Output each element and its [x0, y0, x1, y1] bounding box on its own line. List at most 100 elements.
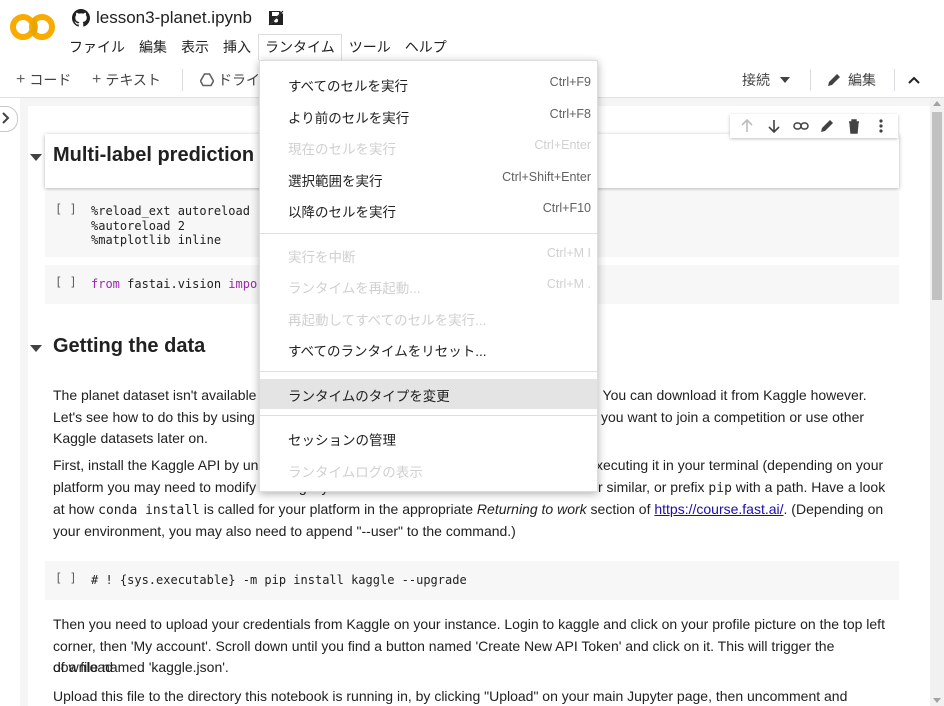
menu-item-label: ランタイムのタイプを変更 — [288, 389, 450, 404]
scroll-up-icon[interactable] — [933, 101, 941, 106]
vertical-scrollbar[interactable] — [930, 98, 944, 706]
menu-file[interactable]: ファイル — [62, 34, 132, 60]
menu-item-shortcut: Ctrl+Enter — [534, 138, 591, 152]
more-vert-icon[interactable] — [873, 118, 889, 134]
cell-toolbar — [730, 114, 898, 138]
text: Then you need to upload your credentials… — [53, 616, 885, 632]
menu-runtime[interactable]: ランタイム — [258, 34, 342, 60]
connect-label: 接続 — [742, 72, 770, 88]
colab-logo-icon — [10, 14, 55, 40]
menu-item-view-runtime-logs[interactable]: ランタイムログの表示 — [260, 455, 597, 485]
menubar: ファイル 編集 表示 挿入 ランタイム ツール ヘルプ — [62, 34, 454, 60]
pencil-icon — [828, 74, 840, 86]
menu-item-restart-run-all[interactable]: 再起動してすべてのセルを実行... — [260, 303, 597, 333]
menu-divider — [260, 371, 597, 372]
notebook-title[interactable]: lesson3-planet.ipynb — [96, 8, 252, 28]
menu-item-shortcut: Ctrl+M . — [546, 277, 591, 291]
run-cell-button[interactable]: [ ] — [55, 571, 77, 585]
menu-item-label: セッションの管理 — [288, 433, 396, 448]
text: is called for your platform in the appro… — [203, 501, 474, 517]
edit-cell-icon[interactable] — [819, 118, 835, 134]
runtime-menu-dropdown: すべてのセルを実行 Ctrl+F9 より前のセルを実行 Ctrl+F8 現在のセ… — [259, 60, 598, 492]
menu-item-shortcut: Ctrl+F10 — [542, 201, 591, 215]
menu-item-manage-sessions[interactable]: セッションの管理 — [260, 423, 597, 453]
copy-to-drive-button[interactable]: ドライ — [200, 63, 260, 97]
code-line: %autoreload 2 — [91, 218, 185, 233]
collapse-section-icon[interactable] — [30, 345, 42, 352]
text: you want to join a competition or use ot… — [601, 408, 865, 425]
inline-code: conda install — [98, 503, 200, 518]
code-line: %matplotlib inline — [91, 233, 222, 247]
menu-item-interrupt[interactable]: 実行を中断 Ctrl+M I — [260, 240, 597, 270]
toolbar-divider — [810, 69, 811, 91]
text: your environment, you may also need to a… — [53, 523, 516, 539]
github-icon[interactable] — [72, 9, 90, 27]
code-keyword: from — [91, 277, 120, 291]
run-cell-button[interactable]: [ ] — [55, 202, 77, 216]
menu-item-run-after[interactable]: 以降のセルを実行 Ctrl+F10 — [260, 195, 597, 225]
menu-item-run-focused[interactable]: 現在のセルを実行 Ctrl+Enter — [260, 132, 597, 162]
chevron-down-icon — [780, 77, 790, 83]
drive-label: ドライ — [218, 72, 260, 88]
text: s. You can download it from Kaggle howev… — [588, 387, 867, 403]
plus-icon: + — [92, 71, 102, 88]
menu-view[interactable]: 表示 — [174, 34, 216, 60]
menu-item-run-before[interactable]: より前のセルを実行 Ctrl+F8 — [260, 101, 597, 131]
connect-button[interactable]: 接続 — [742, 63, 790, 97]
menu-insert[interactable]: 挿入 — [216, 34, 258, 60]
collapse-header-icon[interactable] — [906, 72, 922, 88]
text: First, install the Kaggle API by unc — [53, 457, 266, 473]
save-icon[interactable] — [268, 10, 284, 26]
menu-item-run-all[interactable]: すべてのセルを実行 Ctrl+F9 — [260, 69, 597, 99]
menu-edit[interactable]: 編集 — [132, 34, 174, 60]
collapse-section-icon[interactable] — [30, 154, 42, 161]
menu-item-label: ランタイムを再起動... — [288, 281, 421, 296]
menu-item-change-runtime-type[interactable]: ランタイムのタイプを変更 — [260, 379, 597, 409]
add-code-button[interactable]: + コード — [16, 63, 71, 97]
text: platform you may need to modify — [53, 479, 257, 495]
menu-item-label: すべてのセルを実行 — [288, 79, 409, 94]
paragraph: Upload this file to the directory this n… — [53, 686, 898, 706]
text: The planet dataset isn't available — [53, 387, 257, 403]
menu-item-reset-all[interactable]: すべてのランタイムをリセット... — [260, 334, 597, 364]
link-icon[interactable] — [792, 118, 809, 134]
menu-item-label: 実行を中断 — [288, 250, 356, 265]
run-cell-button[interactable]: [ ] — [55, 275, 77, 289]
code-comment: # ! {sys.executable} -m pip install kagg… — [91, 573, 467, 587]
menu-item-label: 再起動してすべてのセルを実行... — [288, 313, 487, 328]
left-gutter — [0, 98, 20, 706]
add-text-button[interactable]: + テキスト — [92, 63, 161, 97]
move-down-icon[interactable] — [766, 118, 782, 134]
chevron-right-icon — [2, 112, 10, 124]
section-heading-multilabel: Multi-label prediction — [53, 144, 255, 166]
move-up-icon[interactable] — [739, 118, 755, 134]
menu-help[interactable]: ヘルプ — [398, 34, 454, 60]
menu-tools[interactable]: ツール — [342, 34, 398, 60]
edit-label: 編集 — [848, 72, 876, 88]
notebook-title-bar: lesson3-planet.ipynb — [72, 7, 284, 29]
paragraph: Then you need to upload your credentials… — [53, 614, 898, 679]
add-text-label: テキスト — [105, 72, 161, 88]
code-text: fastai.vision — [119, 277, 229, 291]
code-cell-pip-install[interactable]: [ ] # ! {sys.executable} -m pip install … — [45, 561, 899, 600]
add-code-label: コード — [29, 72, 72, 88]
text: at how — [53, 501, 95, 517]
edit-button[interactable]: 編集 — [826, 63, 876, 97]
course-link[interactable]: https://course.fast.ai/ — [654, 501, 783, 517]
menu-divider — [260, 233, 597, 234]
text: xecuting it in your terminal (depending … — [596, 457, 884, 473]
menu-item-shortcut: Ctrl+F9 — [549, 75, 591, 89]
scrollbar-thumb[interactable] — [932, 112, 942, 300]
colab-logo[interactable] — [10, 10, 56, 44]
menu-divider — [260, 415, 597, 416]
text: Upload this file to the directory this n… — [53, 688, 848, 704]
menu-item-label: 選択範囲を実行 — [288, 174, 383, 189]
text-italic: Returning to work — [476, 501, 587, 517]
scroll-down-icon[interactable] — [933, 698, 941, 703]
delete-icon[interactable] — [846, 118, 862, 134]
menu-item-restart[interactable]: ランタイムを再起動... Ctrl+M . — [260, 271, 597, 301]
section-heading-getting-data: Getting the data — [53, 335, 206, 357]
menu-item-label: 以降のセルを実行 — [288, 205, 396, 220]
menu-item-run-selection[interactable]: 選択範囲を実行 Ctrl+Shift+Enter — [260, 164, 597, 194]
menu-item-shortcut: Ctrl+Shift+Enter — [502, 170, 591, 184]
